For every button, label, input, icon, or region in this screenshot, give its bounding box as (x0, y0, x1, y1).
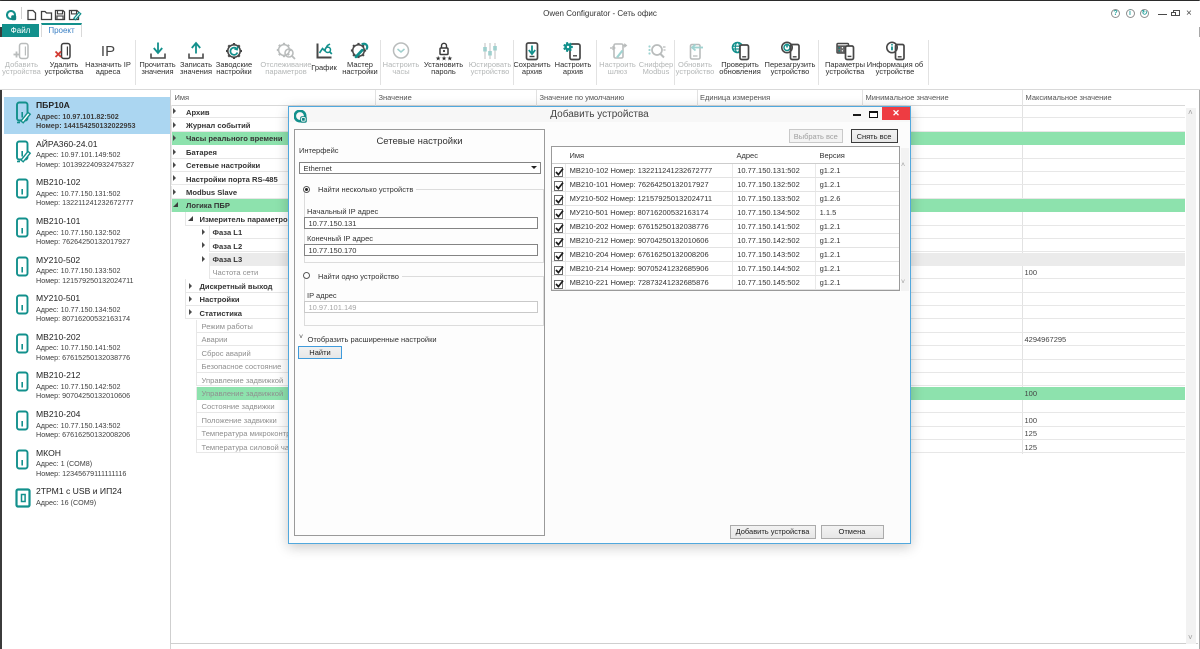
svg-text:IP: IP (101, 43, 115, 60)
